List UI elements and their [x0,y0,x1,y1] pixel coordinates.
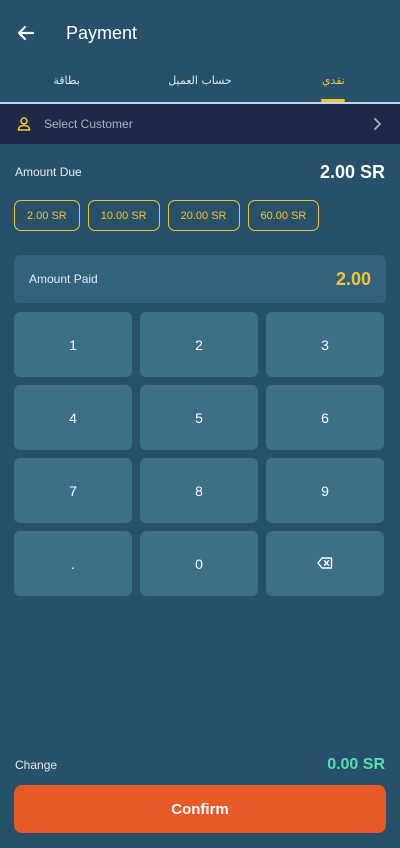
key-7[interactable]: 7 [14,458,132,523]
numeric-keypad: 1 2 3 4 5 6 7 8 9 . 0 [14,312,386,596]
tab-card-label: بطاقة [53,74,80,87]
change-value: 0.00 SR [327,756,385,773]
key-5[interactable]: 5 [140,385,258,450]
top-bar: Payment [0,0,400,66]
select-customer-row[interactable]: Select Customer [0,104,400,144]
key-9[interactable]: 9 [266,458,384,523]
key-4[interactable]: 4 [14,385,132,450]
amount-paid-value: 2.00 [335,268,371,289]
key-6[interactable]: 6 [266,385,384,450]
amount-paid-label: Amount Paid [29,272,98,286]
confirm-button[interactable]: Confirm [14,785,386,833]
key-2[interactable]: 2 [140,312,258,377]
tab-customer-account-label: حساب العميل [168,74,232,87]
quick-amount-button[interactable]: 10.00 SR [87,200,160,231]
page-title: Payment [66,22,138,43]
payment-tabs: بطاقة حساب العميل نقدي [0,66,400,102]
tab-customer-account[interactable]: حساب العميل [133,66,266,102]
select-customer-label: Select Customer [44,117,133,131]
backspace-icon [317,556,333,572]
tab-cash-label: نقدي [321,74,345,87]
key-decimal[interactable]: . [14,531,132,596]
tab-card[interactable]: بطاقة [0,66,133,102]
amount-due-value: 2.00 SR [319,161,385,182]
key-0[interactable]: 0 [140,531,258,596]
amount-due-row: Amount Due 2.00 SR [0,160,400,184]
amount-paid-field[interactable]: Amount Paid 2.00 [14,255,386,303]
quick-amount-button[interactable]: 20.00 SR [167,200,240,231]
change-label: Change [15,758,58,772]
quick-amount-button[interactable]: 60.00 SR [247,200,320,231]
change-row: Change 0.00 SR [15,756,385,774]
back-arrow-icon[interactable] [14,21,38,45]
tab-cash[interactable]: نقدي [267,66,400,102]
amount-due-label: Amount Due [15,165,82,179]
key-backspace[interactable] [266,531,384,596]
quick-amounts: 2.00 SR 10.00 SR 20.00 SR 60.00 SR [0,200,400,231]
active-tab-indicator [321,99,346,102]
chevron-right-icon [370,117,384,131]
key-8[interactable]: 8 [140,458,258,523]
key-1[interactable]: 1 [14,312,132,377]
key-3[interactable]: 3 [266,312,384,377]
quick-amount-button[interactable]: 2.00 SR [14,200,80,231]
person-icon [16,116,32,132]
